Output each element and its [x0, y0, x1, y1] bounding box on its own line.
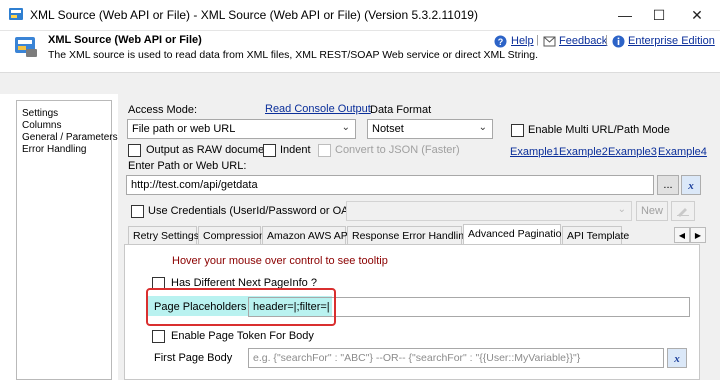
- help-link[interactable]: Help: [511, 35, 534, 47]
- variable-icon: x: [673, 353, 680, 365]
- info-icon: [612, 35, 625, 48]
- example4-link[interactable]: Example4: [658, 146, 707, 158]
- chevron-down-icon: ⌄: [617, 204, 626, 215]
- header-divider: [0, 72, 720, 94]
- path-label: Enter Path or Web URL:: [128, 160, 247, 172]
- component-title: XML Source (Web API or File): [48, 34, 202, 46]
- multi-url-checkbox[interactable]: [511, 124, 524, 137]
- tab-advanced-pagination[interactable]: Advanced Pagination: [463, 224, 567, 245]
- new-connection-button[interactable]: New: [636, 201, 668, 221]
- tab-scroll-right-button[interactable]: ▶: [690, 227, 706, 243]
- access-mode-select[interactable]: File path or web URL ⌄: [127, 119, 356, 139]
- chevron-down-icon: ⌄: [478, 122, 487, 133]
- connection-select[interactable]: ⌄: [346, 201, 632, 221]
- read-console-output-link[interactable]: Read Console Output: [265, 103, 371, 115]
- output-raw-label: Output as RAW document: [146, 144, 274, 156]
- component-description: The XML source is used to read data from…: [48, 49, 538, 61]
- data-format-value: Notset: [372, 123, 404, 135]
- window-title: XML Source (Web API or File) - XML Sourc…: [30, 8, 478, 22]
- convert-json-checkbox[interactable]: [318, 144, 331, 157]
- minimize-button[interactable]: —: [610, 4, 640, 26]
- output-raw-checkbox[interactable]: [128, 144, 141, 157]
- tooltip-hint: Hover your mouse over control to see too…: [172, 255, 388, 267]
- annotation-highlight-box: [146, 288, 336, 326]
- tab-response-error-handling[interactable]: Response Error Handling: [347, 226, 470, 244]
- data-format-label: Data Format: [370, 104, 432, 116]
- variable-icon: x: [687, 180, 694, 192]
- first-page-body-label: First Page Body: [154, 352, 233, 364]
- chevron-down-icon: ⌄: [341, 122, 350, 133]
- svg-text:x: x: [673, 353, 680, 365]
- help-icon: ?: [494, 35, 507, 48]
- tab-compression[interactable]: Compression: [198, 226, 265, 244]
- nav-item-columns[interactable]: Columns: [22, 120, 61, 131]
- indent-label: Indent: [280, 144, 311, 156]
- indent-checkbox[interactable]: [263, 144, 276, 157]
- edit-icon: [677, 208, 689, 217]
- access-mode-value: File path or web URL: [132, 123, 236, 135]
- tab-amazon-aws-api[interactable]: Amazon AWS API: [262, 226, 351, 244]
- example2-link[interactable]: Example2: [559, 146, 608, 158]
- close-button[interactable]: ✕: [682, 4, 712, 26]
- nav-item-general-parameters[interactable]: General / Parameters: [22, 132, 118, 143]
- feedback-icon: [543, 35, 556, 48]
- example1-link[interactable]: Example1: [510, 146, 559, 158]
- tab-retry-settings[interactable]: Retry Settings: [128, 226, 199, 244]
- feedback-link[interactable]: Feedback: [559, 35, 607, 47]
- browse-button[interactable]: ...: [657, 175, 679, 195]
- first-page-body-input[interactable]: e.g. {"searchFor" : "ABC"} --OR-- {"sear…: [248, 348, 664, 368]
- nav-item-settings[interactable]: Settings: [22, 108, 58, 119]
- first-page-body-variable-button[interactable]: x: [667, 348, 687, 368]
- edit-connection-button[interactable]: [671, 201, 695, 221]
- minimize-icon: —: [618, 7, 632, 23]
- nav-item-error-handling[interactable]: Error Handling: [22, 144, 86, 155]
- close-icon: ✕: [691, 6, 703, 23]
- tab-api-template[interactable]: API Template: [562, 226, 629, 244]
- access-mode-label: Access Mode:: [128, 104, 198, 116]
- maximize-button[interactable]: ☐: [644, 4, 674, 26]
- path-input[interactable]: http://test.com/api/getdata: [126, 175, 654, 195]
- use-credentials-label: Use Credentials (UserId/Password or OAut…: [148, 205, 368, 217]
- maximize-icon: ☐: [652, 6, 666, 23]
- component-icon: [14, 36, 38, 58]
- multi-url-label: Enable Multi URL/Path Mode: [528, 124, 670, 136]
- page-token-body-checkbox[interactable]: [152, 330, 165, 343]
- use-credentials-checkbox[interactable]: [131, 205, 144, 218]
- data-format-select[interactable]: Notset ⌄: [367, 119, 493, 139]
- title-separator: [0, 30, 720, 31]
- page-token-body-label: Enable Page Token For Body: [171, 330, 314, 342]
- app-icon: [8, 6, 24, 22]
- chevron-right-icon: ▶: [694, 230, 702, 240]
- chevron-left-icon: ◀: [678, 230, 686, 240]
- edition-link[interactable]: Enterprise Edition: [628, 35, 715, 47]
- svg-text:x: x: [687, 180, 694, 192]
- convert-json-label: Convert to JSON (Faster): [335, 144, 460, 156]
- variable-picker-button[interactable]: x: [681, 175, 701, 195]
- header-link-separator: |: [536, 34, 539, 46]
- svg-text:?: ?: [498, 37, 504, 47]
- example3-link[interactable]: Example3: [608, 146, 657, 158]
- header-link-separator: |: [605, 34, 608, 46]
- tab-scroll-left-button[interactable]: ◀: [674, 227, 690, 243]
